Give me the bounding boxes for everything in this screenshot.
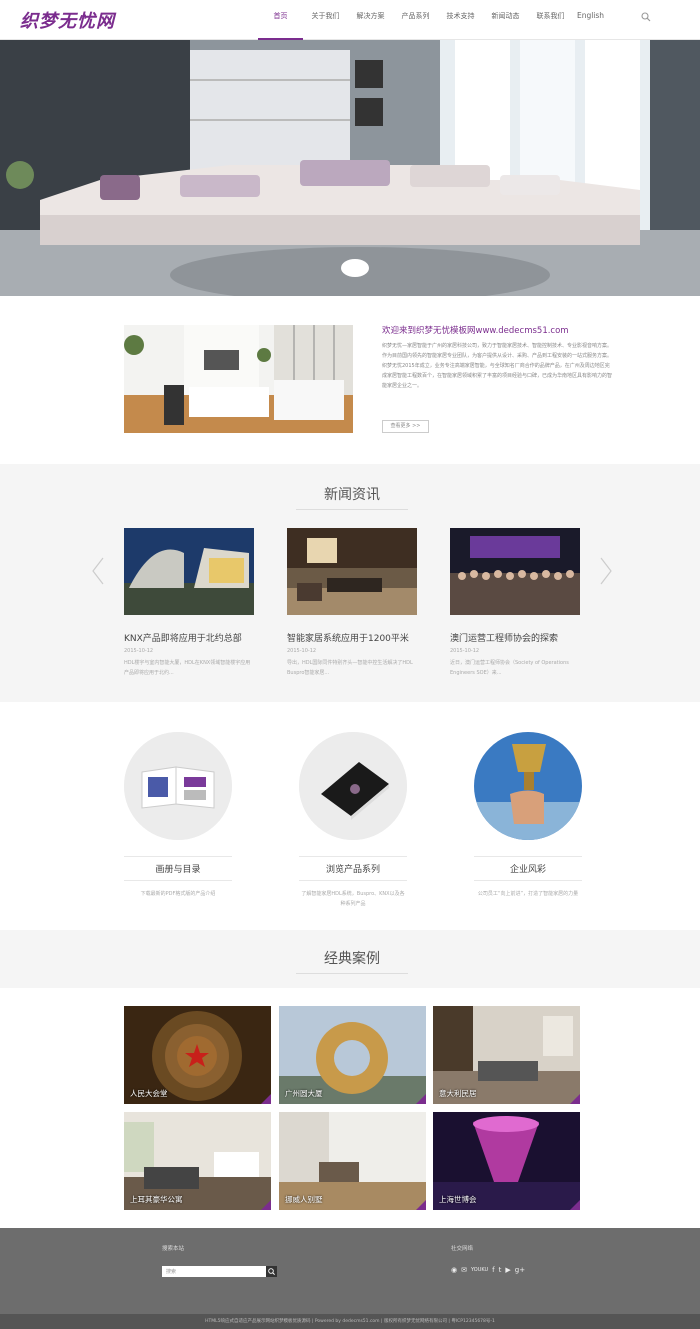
weibo-icon[interactable]: ◉: [451, 1266, 457, 1274]
service-desc: 了解智能家居HDL系统，Buspro、KNX以及各种系列产品: [301, 891, 405, 907]
news-image: [450, 528, 580, 615]
news-item-title[interactable]: KNX产品即将应用于北约总部: [124, 631, 254, 644]
service-desc: 下载最新的PDF格式版的产品介绍: [140, 891, 216, 897]
news-card[interactable]: 智能家居系统应用于1200平米 2015-10-12 导出，HDL国际同件特别齐…: [287, 528, 417, 678]
news-item-summary: 导出，HDL国际同件特别齐头—智能中控生活解决了HDL Buspro智能家居..…: [287, 660, 413, 676]
wechat-icon[interactable]: ✉: [461, 1266, 467, 1274]
services-section: 画册与目录 下载最新的PDF格式版的产品介绍 浏览产品系列 了解智能家居HDL系…: [0, 702, 700, 930]
about-image: [124, 325, 353, 433]
read-more-button[interactable]: 查看更多 >>: [382, 420, 429, 433]
nav-products[interactable]: 产品系列: [393, 0, 438, 40]
case-item[interactable]: 广州圆大厦: [279, 1006, 426, 1104]
nav-solutions[interactable]: 解决方案: [348, 0, 393, 40]
about-title: 欢迎来到织梦无忧模板网www.dedecms51.com: [382, 326, 569, 336]
copyright: HTML5响应式自适应产品展示网站织梦模板优质源码 | Powered by d…: [0, 1314, 700, 1329]
site-header: 织梦无忧网 首页 关于我们 解决方案 产品系列 技术支持 新闻动态 联系我们 E…: [0, 0, 700, 40]
about-text: 织梦无忧—家居智能于广州的家居科技公司，致力于智能家居技术、智能控制技术、专业影…: [382, 343, 613, 389]
case-label: 人民大会堂: [130, 1089, 168, 1098]
footer-search-input[interactable]: 搜索: [162, 1266, 266, 1277]
case-label: 上耳其豪华公寓: [130, 1195, 183, 1204]
googleplus-icon[interactable]: g+: [515, 1266, 525, 1274]
news-item-date: 2015-10-12: [450, 648, 480, 654]
news-title: 新闻资讯: [296, 484, 408, 510]
news-item-summary: 近日，澳门运营工程师协会（Society of Operations Engin…: [450, 660, 569, 676]
site-logo[interactable]: 织梦无忧网: [20, 7, 115, 33]
news-image: [287, 528, 417, 615]
trophy-image: [474, 732, 582, 840]
news-image: [124, 528, 254, 615]
cases-grid: 人民大会堂 广州圆大厦 意大利民居 上耳其豪华公寓 挪威人别墅 上海世博会: [0, 988, 700, 1228]
social-icons: ◉ ✉ YOUKU f t ▶ g+: [451, 1266, 525, 1274]
chevron-right-icon[interactable]: [598, 556, 614, 586]
case-label: 上海世博会: [439, 1195, 477, 1204]
youtube-icon[interactable]: ▶: [505, 1266, 510, 1274]
brochure-image: [124, 732, 232, 840]
nav-support[interactable]: 技术支持: [438, 0, 483, 40]
case-label: 意大利民居: [439, 1089, 477, 1098]
news-item-summary: HDL楼宇与室内智能大厦，HDL在KNX领域智能楼宇应用产品即将应用于北约...: [124, 660, 251, 676]
news-section: 新闻资讯 KNX产品即将应用于北约总部 2015-10-12 HDL楼宇与室内智…: [0, 464, 700, 702]
chevron-left-icon[interactable]: [90, 556, 106, 586]
twitter-icon[interactable]: t: [499, 1266, 502, 1274]
case-item[interactable]: 意大利民居: [433, 1006, 580, 1104]
cases-title: 经典案例: [296, 948, 408, 974]
site-footer: 搜索本站 搜索 社交网络 ◉ ✉ YOUKU f t ▶ g+: [0, 1228, 700, 1314]
service-title[interactable]: 企业风彩: [474, 856, 582, 881]
case-item[interactable]: 上海世博会: [433, 1112, 580, 1210]
service-title[interactable]: 浏览产品系列: [299, 856, 407, 881]
news-card[interactable]: KNX产品即将应用于北约总部 2015-10-12 HDL楼宇与室内智能大厦，H…: [124, 528, 254, 678]
news-item-date: 2015-10-12: [124, 648, 154, 654]
cases-header: 经典案例: [0, 930, 700, 988]
service-title[interactable]: 画册与目录: [124, 856, 232, 881]
hero-banner[interactable]: [0, 40, 700, 296]
case-item[interactable]: 人民大会堂: [124, 1006, 271, 1104]
footer-social-label: 社交网络: [451, 1246, 474, 1252]
hero-image: [0, 40, 700, 296]
case-item[interactable]: 上耳其豪华公寓: [124, 1112, 271, 1210]
about-section: 欢迎来到织梦无忧模板网www.dedecms51.com 织梦无忧—家居智能于广…: [0, 296, 700, 464]
case-label: 广州圆大厦: [285, 1089, 323, 1098]
news-item-title[interactable]: 智能家居系统应用于1200平米: [287, 631, 417, 644]
nav-home[interactable]: 首页: [258, 0, 303, 40]
search-icon[interactable]: [266, 1266, 277, 1277]
product-box-image: [299, 732, 407, 840]
nav-english[interactable]: English: [573, 0, 608, 40]
news-item-title[interactable]: 澳门运营工程师协会的探索: [450, 631, 580, 644]
news-card[interactable]: 澳门运营工程师协会的探索 2015-10-12 近日，澳门运营工程师协会（Soc…: [450, 528, 580, 678]
footer-search-label: 搜索本站: [162, 1246, 185, 1252]
main-nav: 首页 关于我们 解决方案 产品系列 技术支持 新闻动态 联系我们 English: [258, 0, 608, 40]
service-products[interactable]: 浏览产品系列 了解智能家居HDL系统，Buspro、KNX以及各种系列产品: [299, 732, 407, 909]
youku-icon[interactable]: YOUKU: [471, 1267, 488, 1273]
service-desc: 公司员工“向上前进”，打造了智能家居的力量: [477, 891, 579, 897]
service-culture[interactable]: 企业风彩 公司员工“向上前进”，打造了智能家居的力量: [474, 732, 582, 899]
search-icon[interactable]: [640, 11, 652, 23]
case-label: 挪威人别墅: [285, 1195, 323, 1204]
nav-news[interactable]: 新闻动态: [483, 0, 528, 40]
service-brochure[interactable]: 画册与目录 下载最新的PDF格式版的产品介绍: [124, 732, 232, 899]
facebook-icon[interactable]: f: [492, 1266, 494, 1274]
nav-about[interactable]: 关于我们: [303, 0, 348, 40]
news-item-date: 2015-10-12: [287, 648, 317, 654]
nav-contact[interactable]: 联系我们: [528, 0, 573, 40]
case-item[interactable]: 挪威人别墅: [279, 1112, 426, 1210]
